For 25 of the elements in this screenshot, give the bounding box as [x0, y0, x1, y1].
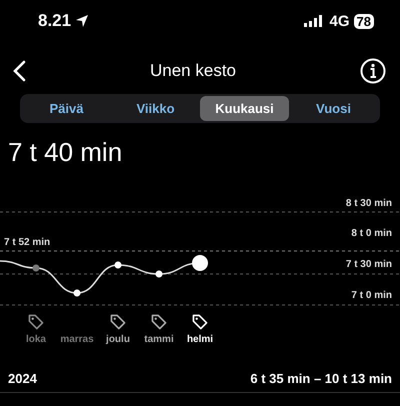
axis-tick-label: 7 t 30 min — [346, 259, 392, 270]
battery-indicator: 78 — [354, 14, 374, 28]
average-label: 7 t 52 min — [4, 237, 50, 248]
axis-tick-label: 8 t 0 min — [351, 228, 392, 239]
month-label[interactable]: tammi — [144, 334, 174, 345]
month-label[interactable]: helmi — [186, 334, 214, 345]
screen-title: Unen kesto — [150, 61, 236, 81]
month-label[interactable]: loka — [26, 334, 46, 345]
month-label[interactable]: marras — [60, 334, 94, 345]
back-icon[interactable] — [12, 60, 26, 82]
axis-tick-label: 8 t 30 min — [346, 198, 392, 209]
range-label: 6 t 35 min – 10 t 13 min — [250, 371, 392, 386]
year-label: 2024 — [8, 371, 37, 386]
network-label: 4G — [330, 12, 350, 30]
location-arrow-icon — [75, 14, 90, 28]
signal-icon — [304, 15, 322, 27]
period-tab[interactable]: Viikko — [111, 96, 200, 121]
status-time: 8.21 — [38, 11, 72, 31]
period-tab[interactable]: Kuukausi — [200, 96, 289, 121]
average-duration: 7 t 40 min — [7, 136, 124, 167]
period-tab[interactable]: Vuosi — [289, 96, 378, 121]
period-tab[interactable]: Päivä — [22, 96, 111, 121]
info-icon[interactable] — [360, 58, 386, 84]
axis-tick-label: 7 t 0 min — [351, 290, 392, 301]
month-label[interactable]: joulu — [106, 334, 130, 345]
